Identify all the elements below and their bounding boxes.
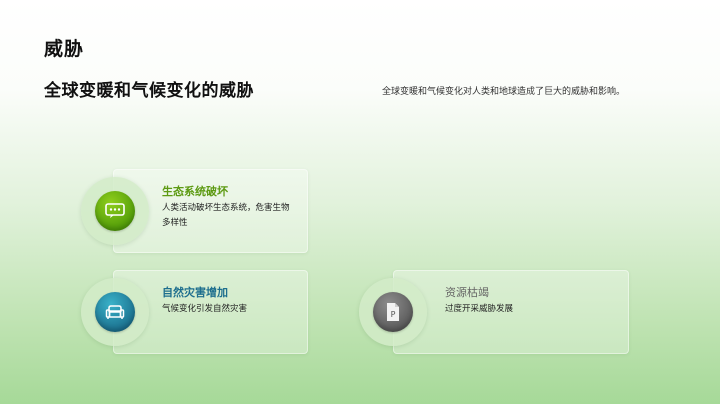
slide-headline: 全球变暖和气候变化的威胁 xyxy=(44,81,254,101)
chat-bubble-icon xyxy=(95,191,135,231)
card-description: 人类活动破坏生态系统，危害生物多样性 xyxy=(162,203,290,228)
document-icon: P xyxy=(373,292,413,332)
svg-text:P: P xyxy=(391,310,396,319)
card-description: 气候变化引发自然灾害 xyxy=(162,304,248,314)
card-title: 自然灾害增加 xyxy=(162,286,228,299)
icon-halo xyxy=(81,177,149,245)
icon-halo xyxy=(81,278,149,346)
slide-summary: 全球变暖和气候变化对人类和地球造成了巨大的威胁和影响。 xyxy=(382,87,626,97)
section-title: 威胁 xyxy=(44,38,85,60)
card-title: 生态系统破坏 xyxy=(162,185,228,198)
sofa-icon xyxy=(95,292,135,332)
card-description: 过度开采威胁发展 xyxy=(445,304,514,314)
icon-halo: P xyxy=(359,278,427,346)
card-title: 资源枯竭 xyxy=(445,286,489,299)
